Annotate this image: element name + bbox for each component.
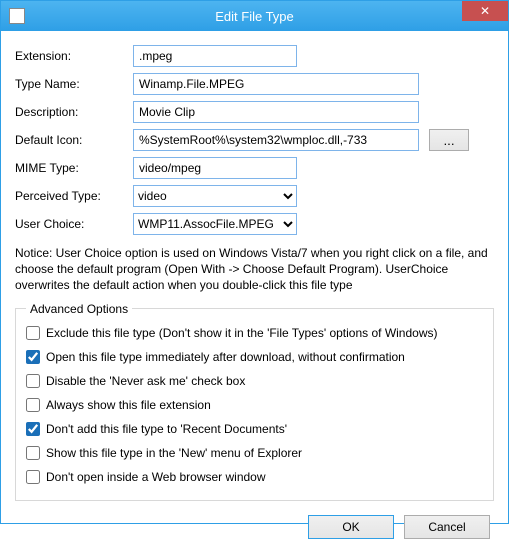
advanced-options-group: Advanced Options Exclude this file type … bbox=[15, 302, 494, 501]
no-recent-checkbox[interactable] bbox=[26, 422, 40, 436]
no-browser-checkbox[interactable] bbox=[26, 470, 40, 484]
mime-type-label: MIME Type: bbox=[15, 161, 133, 175]
open-immediately-label[interactable]: Open this file type immediately after do… bbox=[46, 350, 405, 364]
default-icon-label: Default Icon: bbox=[15, 133, 133, 147]
ok-button[interactable]: OK bbox=[308, 515, 394, 539]
type-name-label: Type Name: bbox=[15, 77, 133, 91]
default-icon-input[interactable] bbox=[133, 129, 419, 151]
disable-never-ask-label[interactable]: Disable the 'Never ask me' check box bbox=[46, 374, 245, 388]
show-in-new-label[interactable]: Show this file type in the 'New' menu of… bbox=[46, 446, 302, 460]
always-show-ext-label[interactable]: Always show this file extension bbox=[46, 398, 211, 412]
window-title: Edit File Type bbox=[1, 9, 508, 24]
user-choice-select[interactable]: WMP11.AssocFile.MPEG bbox=[133, 213, 297, 235]
close-icon: ✕ bbox=[480, 4, 490, 18]
exclude-checkbox[interactable] bbox=[26, 326, 40, 340]
disable-never-ask-checkbox[interactable] bbox=[26, 374, 40, 388]
no-recent-label[interactable]: Don't add this file type to 'Recent Docu… bbox=[46, 422, 287, 436]
extension-input[interactable] bbox=[133, 45, 297, 67]
titlebar: Edit File Type ✕ bbox=[1, 1, 508, 31]
notice-text: Notice: User Choice option is used on Wi… bbox=[15, 245, 494, 294]
description-label: Description: bbox=[15, 105, 133, 119]
always-show-ext-checkbox[interactable] bbox=[26, 398, 40, 412]
advanced-options-legend: Advanced Options bbox=[26, 302, 132, 316]
show-in-new-checkbox[interactable] bbox=[26, 446, 40, 460]
exclude-label[interactable]: Exclude this file type (Don't show it in… bbox=[46, 326, 438, 340]
perceived-type-label: Perceived Type: bbox=[15, 189, 133, 203]
open-immediately-checkbox[interactable] bbox=[26, 350, 40, 364]
browse-button[interactable]: ... bbox=[429, 129, 469, 151]
perceived-type-select[interactable]: video bbox=[133, 185, 297, 207]
close-button[interactable]: ✕ bbox=[462, 1, 508, 21]
type-name-input[interactable] bbox=[133, 73, 419, 95]
user-choice-label: User Choice: bbox=[15, 217, 133, 231]
no-browser-label[interactable]: Don't open inside a Web browser window bbox=[46, 470, 266, 484]
description-input[interactable] bbox=[133, 101, 419, 123]
extension-label: Extension: bbox=[15, 49, 133, 63]
cancel-button[interactable]: Cancel bbox=[404, 515, 490, 539]
mime-type-input[interactable] bbox=[133, 157, 297, 179]
app-icon bbox=[9, 8, 25, 24]
